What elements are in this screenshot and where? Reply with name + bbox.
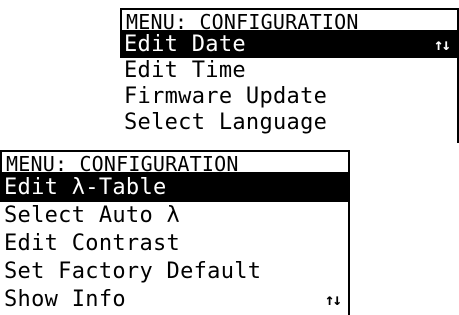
menu-item-label: Select Language: [124, 110, 328, 135]
scroll-arrows-icon: ↑↓: [433, 35, 451, 54]
menu-item-edit-date[interactable]: Edit Date ↑↓: [120, 32, 457, 58]
lcd-menu-screen-bottom: MENU: CONFIGURATION Edit λ-Table Select …: [0, 150, 350, 315]
menu-item-label: Show Info: [4, 287, 126, 312]
menu-item-select-language[interactable]: Select Language: [120, 110, 457, 136]
menu-item-label: Set Factory Default: [4, 259, 262, 284]
menu-title: MENU: CONFIGURATION: [0, 150, 348, 176]
lcd-menu-screen-top: MENU: CONFIGURATION Edit Date ↑↓ Edit Ti…: [120, 8, 459, 143]
scroll-arrows-icon: ↑↓: [324, 290, 342, 309]
menu-item-show-info[interactable]: Show Info ↑↓: [0, 286, 348, 314]
menu-item-label: Select Auto λ: [4, 203, 181, 228]
menu-item-label: Edit Date: [124, 32, 246, 57]
menu-item-select-auto-lambda[interactable]: Select Auto λ: [0, 202, 348, 230]
menu-item-label: Edit λ-Table: [4, 175, 167, 200]
menu-item-label: Edit Time: [124, 58, 246, 83]
menu-item-edit-lambda-table[interactable]: Edit λ-Table: [0, 174, 348, 202]
menu-item-firmware-update[interactable]: Firmware Update: [120, 84, 457, 110]
menu-item-label: Edit Contrast: [4, 231, 181, 256]
menu-item-set-factory-default[interactable]: Set Factory Default: [0, 258, 348, 286]
menu-title: MENU: CONFIGURATION: [120, 8, 457, 34]
menu-item-label: Firmware Update: [124, 84, 328, 109]
menu-item-edit-time[interactable]: Edit Time: [120, 58, 457, 84]
menu-item-edit-contrast[interactable]: Edit Contrast: [0, 230, 348, 258]
